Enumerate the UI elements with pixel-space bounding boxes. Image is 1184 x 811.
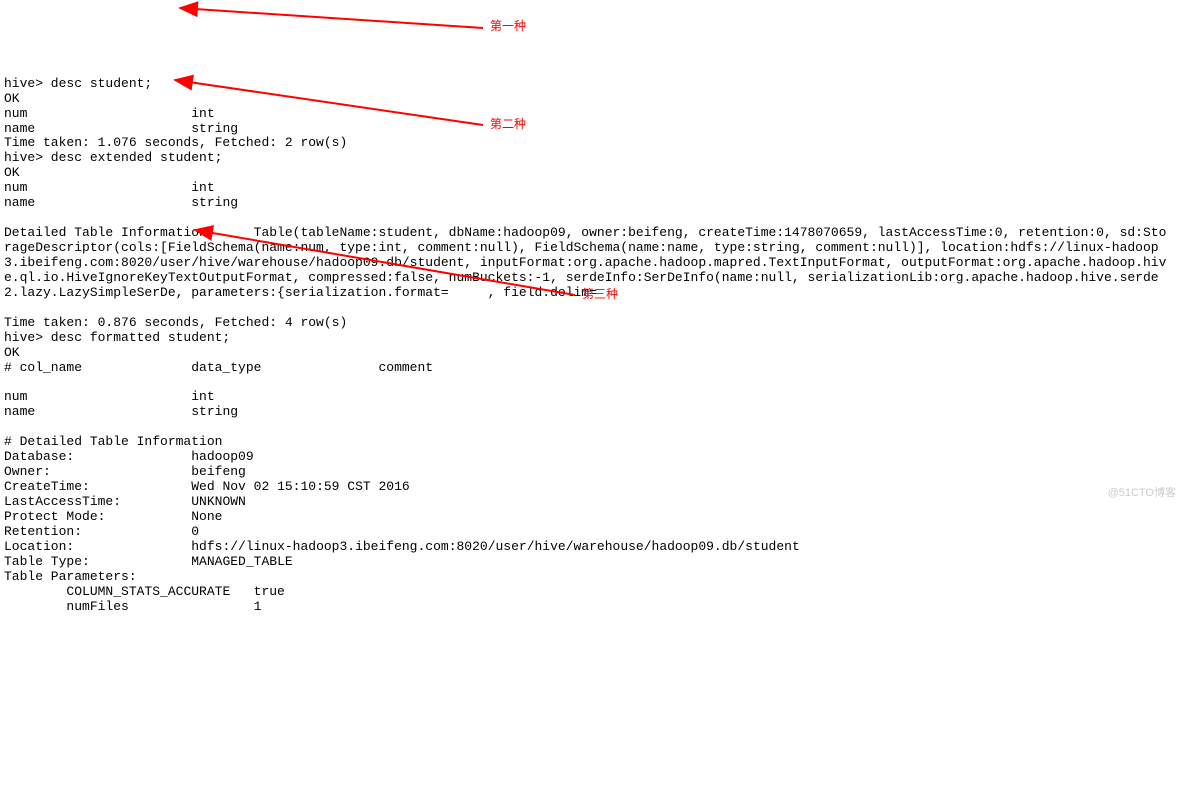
- annotation-first: 第一种: [490, 20, 526, 34]
- table-param-row: numFiles 1: [4, 599, 261, 614]
- watermark: @51CTO博客: [1108, 487, 1176, 500]
- detail-row: Owner: beifeng: [4, 464, 246, 479]
- detail-row: LastAccessTime: UNKNOWN: [4, 494, 246, 509]
- detail-row: Protect Mode: None: [4, 509, 222, 524]
- hive-prompt-3: hive> desc formatted student;: [4, 330, 230, 345]
- time-taken-1: Time taken: 1.076 seconds, Fetched: 2 ro…: [4, 135, 347, 150]
- time-taken-2: Time taken: 0.876 seconds, Fetched: 4 ro…: [4, 315, 347, 330]
- ok-2: OK: [4, 165, 20, 180]
- col-row: name string: [4, 121, 238, 136]
- ok-3: OK: [4, 345, 20, 360]
- col-row: num int: [4, 180, 215, 195]
- hive-prompt-2: hive> desc extended student;: [4, 150, 222, 165]
- col-row: num int: [4, 106, 215, 121]
- hive-prompt-1: hive> desc student;: [4, 76, 152, 91]
- detail-row: Database: hadoop09: [4, 449, 254, 464]
- col-row: num int: [4, 389, 215, 404]
- terminal-output: hive> desc student; OK num int name stri…: [0, 60, 1184, 617]
- detail-row: Table Type: MANAGED_TABLE: [4, 554, 293, 569]
- table-params-header: Table Parameters:: [4, 569, 137, 584]
- ok-1: OK: [4, 91, 20, 106]
- detail-row: Retention: 0: [4, 524, 199, 539]
- col-header: # col_name data_type comment: [4, 360, 433, 375]
- detail-row: CreateTime: Wed Nov 02 15:10:59 CST 2016: [4, 479, 410, 494]
- col-row: name string: [4, 404, 238, 419]
- detailed-header: # Detailed Table Information: [4, 434, 222, 449]
- detailed-table-info: Detailed Table Information Table(tableNa…: [4, 226, 1174, 301]
- arrow-first: [180, 8, 483, 28]
- detail-row: Location: hdfs://linux-hadoop3.ibeifeng.…: [4, 539, 800, 554]
- table-param-row: COLUMN_STATS_ACCURATE true: [4, 584, 285, 599]
- col-row: name string: [4, 195, 238, 210]
